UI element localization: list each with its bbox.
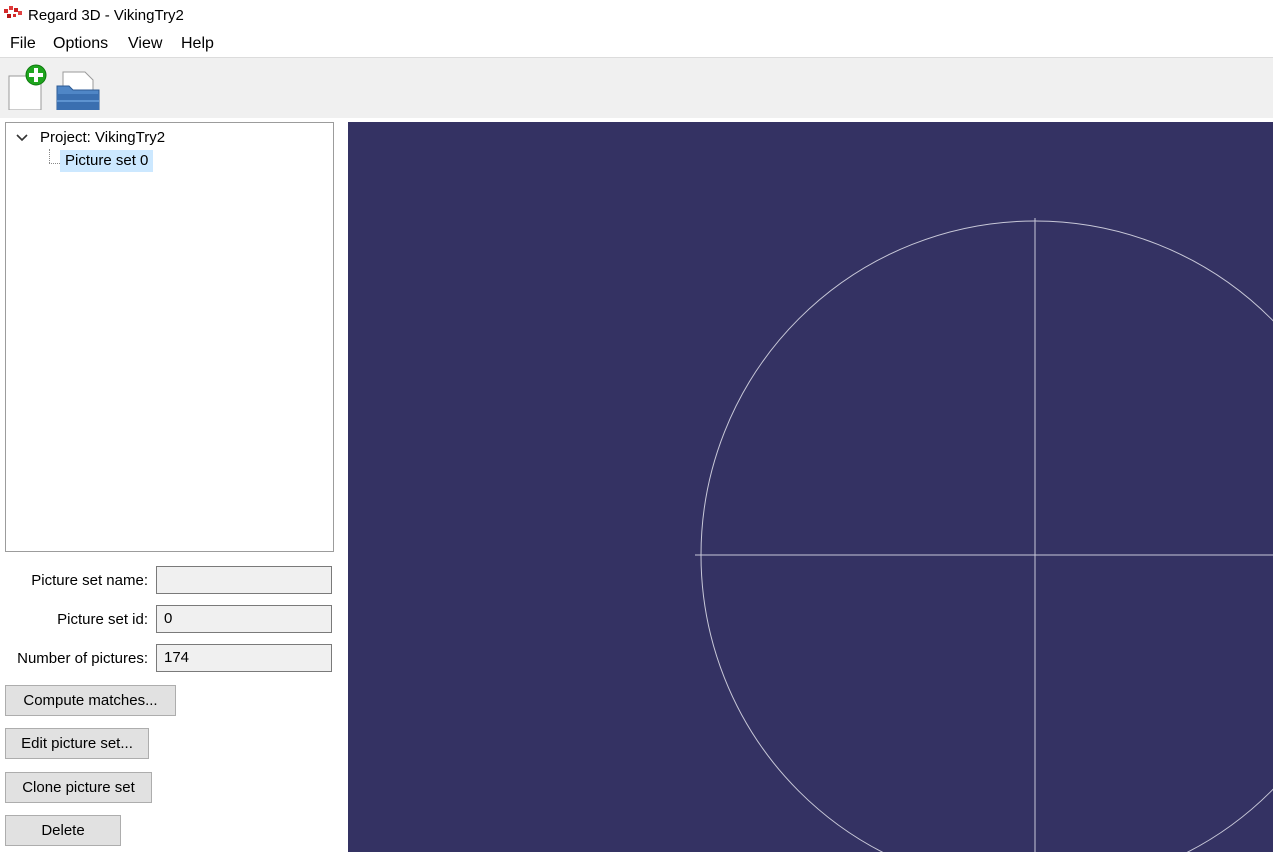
chevron-down-icon[interactable] — [16, 133, 28, 143]
menu-file[interactable]: File — [9, 35, 37, 53]
window-title: Regard 3D - VikingTry2 — [28, 7, 184, 24]
menu-options[interactable]: Options — [52, 35, 109, 53]
edit-picture-set-button[interactable]: Edit picture set... — [5, 728, 149, 759]
compute-matches-button[interactable]: Compute matches... — [5, 685, 176, 716]
number-of-pictures-label: Number of pictures: — [17, 650, 148, 667]
new-project-button[interactable] — [5, 64, 51, 111]
viewport-overlay — [695, 218, 1273, 852]
picture-set-name-field[interactable] — [156, 566, 332, 594]
regard3d-app-icon — [4, 6, 22, 18]
delete-button[interactable]: Delete — [5, 815, 121, 846]
open-project-button[interactable] — [55, 64, 101, 111]
toolbar — [0, 58, 1273, 118]
tree-item-project[interactable]: Project: VikingTry2 — [40, 129, 165, 146]
picture-set-id-label: Picture set id: — [57, 611, 148, 628]
3d-viewport[interactable] — [348, 122, 1273, 852]
tree-connector — [49, 149, 50, 163]
clone-picture-set-button[interactable]: Clone picture set — [5, 772, 152, 803]
title-bar: Regard 3D - VikingTry2 — [0, 0, 1273, 32]
orbit-circle — [700, 220, 1273, 852]
project-tree[interactable]: Project: VikingTry2 Picture set 0 — [5, 122, 334, 552]
menu-view[interactable]: View — [127, 35, 163, 53]
tree-connector — [49, 163, 60, 164]
open-project-icon — [56, 71, 100, 111]
new-project-icon — [8, 64, 47, 111]
picture-set-id-field[interactable]: 0 — [156, 605, 332, 633]
tree-item-picture-set[interactable]: Picture set 0 — [60, 150, 154, 172]
menu-help[interactable]: Help — [180, 35, 215, 53]
picture-set-name-label: Picture set name: — [31, 572, 148, 589]
menu-bar: File Options View Help — [0, 32, 1273, 56]
number-of-pictures-field[interactable]: 174 — [156, 644, 332, 672]
